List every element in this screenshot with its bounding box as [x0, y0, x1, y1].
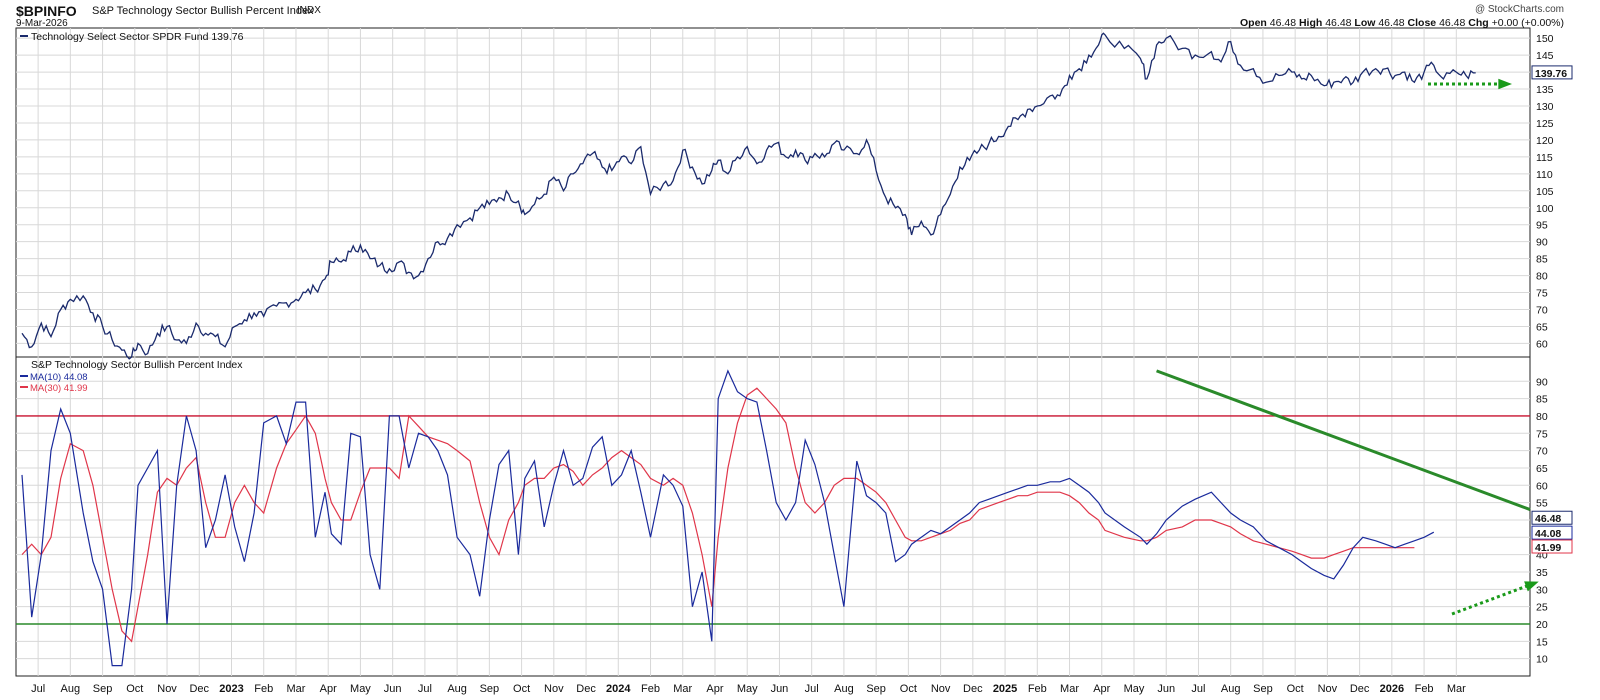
- x-tick-label: Jul: [1191, 683, 1205, 695]
- price-y-tick-label: 65: [1536, 321, 1548, 333]
- price-y-tick-label: 150: [1536, 33, 1554, 45]
- x-tick-label: 2025: [993, 683, 1017, 695]
- price-y-tick-label: 115: [1536, 152, 1553, 164]
- ma30-last-value-text: 41.99: [1535, 542, 1561, 554]
- price-panel-frame: [15, 27, 1531, 358]
- price-legend: Technology Select Sector SPDR Fund 139.7…: [20, 31, 244, 43]
- x-tick-label: Feb: [641, 683, 660, 695]
- price-legend-text: Technology Select Sector SPDR Fund 139.7…: [31, 31, 244, 43]
- x-tick-label: Jul: [418, 683, 432, 695]
- price-y-tick-label: 100: [1536, 203, 1554, 215]
- x-tick-label: Dec: [963, 683, 983, 695]
- price-y-tick-label: 145: [1536, 50, 1554, 62]
- price-y-tick-label: 110: [1536, 169, 1553, 181]
- bpi-y-tick-label: 80: [1536, 411, 1548, 423]
- ma30-legend-text: MA(30) 41.99: [30, 383, 88, 394]
- bpi-y-tick-label: 55: [1536, 498, 1548, 510]
- x-tick-label: Jul: [805, 683, 819, 695]
- bpi-y-tick-label: 35: [1536, 567, 1548, 579]
- x-tick-label: Apr: [320, 683, 337, 695]
- price-y-tick-label: 80: [1536, 271, 1548, 283]
- ma10-last-value-text: 44.08: [1535, 528, 1561, 540]
- price-y-tick-label: 135: [1536, 84, 1554, 96]
- x-tick-label: Jun: [1157, 683, 1175, 695]
- price-y-tick-label: 85: [1536, 254, 1548, 266]
- price-y-tick-label: 125: [1536, 118, 1554, 130]
- bpi-y-tick-label: 75: [1536, 428, 1548, 440]
- x-tick-label: Jun: [384, 683, 402, 695]
- bpi-y-tick-label: 85: [1536, 394, 1548, 406]
- bpi-last-value-text: 46.48: [1535, 513, 1561, 525]
- x-tick-label: Oct: [513, 683, 530, 695]
- x-tick-label: Aug: [447, 683, 467, 695]
- x-tick-label: Aug: [1221, 683, 1241, 695]
- x-tick-label: Jun: [771, 683, 789, 695]
- price-last-value-text: 139.76: [1535, 68, 1567, 80]
- x-tick-label: Nov: [157, 683, 177, 695]
- x-tick-label: Dec: [1350, 683, 1370, 695]
- chart-root: $BPINFO S&P Technology Sector Bullish Pe…: [0, 0, 1600, 700]
- price-y-tick-label: 105: [1536, 186, 1554, 198]
- bpi-y-tick-label: 65: [1536, 463, 1548, 475]
- price-y-tick-label: 95: [1536, 220, 1548, 232]
- x-tick-label: Nov: [544, 683, 564, 695]
- x-tick-label: Oct: [900, 683, 917, 695]
- x-tick-label: Nov: [931, 683, 951, 695]
- x-tick-label: Jul: [31, 683, 45, 695]
- bpi-y-tick-label: 90: [1536, 376, 1548, 388]
- x-tick-label: May: [737, 683, 758, 695]
- x-tick-label: 2023: [219, 683, 243, 695]
- x-tick-label: Apr: [706, 683, 723, 695]
- bpi-y-tick-label: 70: [1536, 446, 1548, 458]
- x-tick-label: May: [1124, 683, 1145, 695]
- x-tick-label: Mar: [673, 683, 692, 695]
- x-tick-label: Mar: [286, 683, 305, 695]
- x-tick-label: Aug: [834, 683, 854, 695]
- ma10-legend-text: MA(10) 44.08: [30, 372, 88, 383]
- x-tick-label: Feb: [1028, 683, 1047, 695]
- panel-frames: [15, 27, 1531, 677]
- bpi-y-tick-label: 10: [1536, 654, 1548, 666]
- price-y-tick-label: 130: [1536, 101, 1554, 113]
- x-tick-label: Oct: [1287, 683, 1304, 695]
- x-tick-label: 2026: [1380, 683, 1404, 695]
- price-y-tick-label: 60: [1536, 338, 1548, 350]
- price-y-tick-label: 75: [1536, 288, 1548, 300]
- x-tick-label: Dec: [576, 683, 596, 695]
- x-tick-label: Sep: [480, 683, 500, 695]
- x-tick-label: Sep: [93, 683, 113, 695]
- x-tick-label: Aug: [61, 683, 81, 695]
- bpi-y-tick-label: 30: [1536, 584, 1548, 596]
- x-tick-label: Sep: [866, 683, 886, 695]
- x-tick-label: May: [350, 683, 371, 695]
- price-y-tick-label: 70: [1536, 305, 1548, 317]
- x-tick-label: 2024: [606, 683, 631, 695]
- x-tick-label: Oct: [126, 683, 143, 695]
- bpi-y-tick-label: 25: [1536, 602, 1548, 614]
- x-tick-label: Mar: [1060, 683, 1079, 695]
- bpi-panel-title: S&P Technology Sector Bullish Percent In…: [31, 359, 243, 371]
- price-y-tick-label: 120: [1536, 135, 1554, 147]
- bpi-y-tick-label: 15: [1536, 636, 1548, 648]
- chart-svg: Jul Aug Sep Oct Nov Dec 2023 Feb Mar Apr May Jun Jul…: [15, 27, 1573, 695]
- x-tick-label: Feb: [254, 683, 273, 695]
- x-tick-label: Sep: [1253, 683, 1273, 695]
- x-tick-label: Mar: [1447, 683, 1466, 695]
- bpi-y-tick-label: 60: [1536, 480, 1548, 492]
- x-tick-label: Nov: [1318, 683, 1338, 695]
- price-y-tick-label: 90: [1536, 237, 1548, 249]
- x-tick-label: Apr: [1093, 683, 1110, 695]
- bpi-y-tick-label: 20: [1536, 619, 1548, 631]
- x-tick-label: Dec: [189, 683, 209, 695]
- x-tick-label: Feb: [1415, 683, 1434, 695]
